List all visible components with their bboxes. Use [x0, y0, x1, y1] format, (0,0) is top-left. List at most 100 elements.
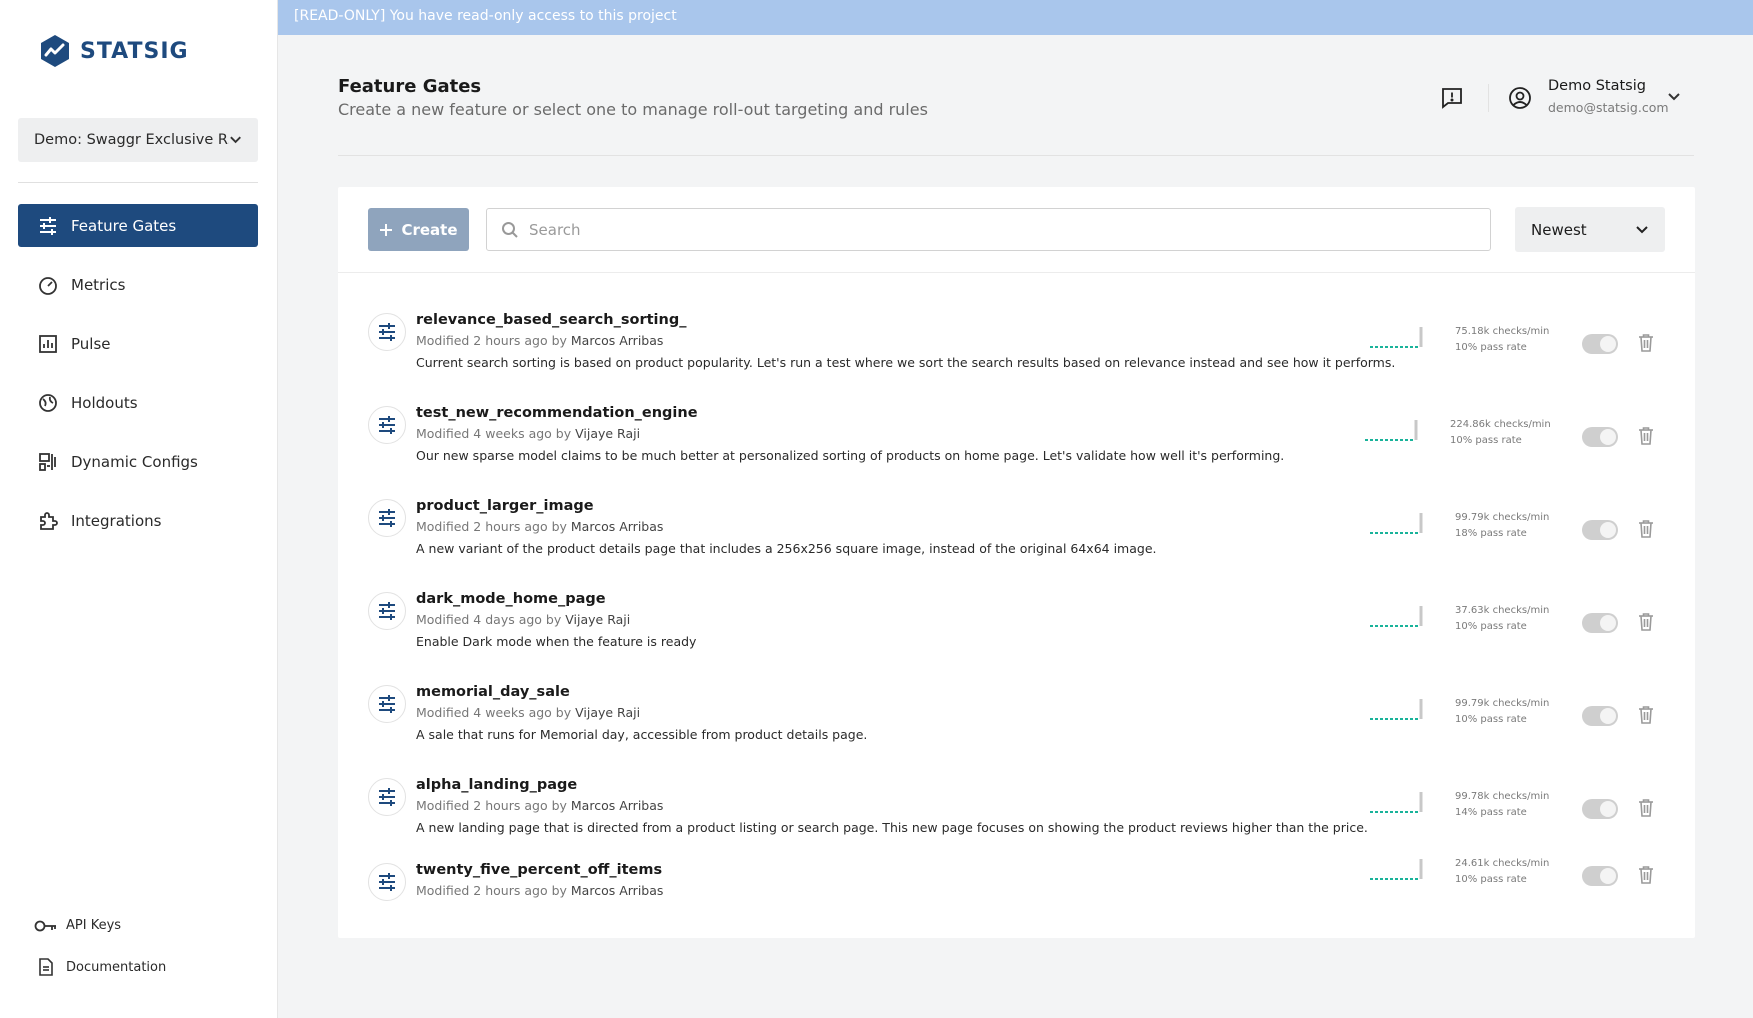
gate-row[interactable]: twenty_five_percent_off_items Modified 2…: [338, 843, 1695, 936]
gate-name[interactable]: twenty_five_percent_off_items: [416, 862, 662, 878]
gate-toggle[interactable]: [1582, 427, 1618, 447]
gate-toggle[interactable]: [1582, 866, 1618, 886]
gate-pass-rate: 10% pass rate: [1450, 435, 1522, 446]
gate-description: Enable Dark mode when the feature is rea…: [416, 634, 697, 649]
sidebar-item-label: Feature Gates: [71, 216, 177, 235]
user-name: Demo Statsig: [1548, 78, 1646, 94]
sidebar-item-metrics[interactable]: Metrics: [18, 263, 258, 306]
gate-row[interactable]: alpha_landing_page Modified 2 hours ago …: [338, 758, 1695, 851]
gate-name[interactable]: dark_mode_home_page: [416, 591, 606, 607]
sidebar-item-label: Integrations: [71, 511, 162, 530]
create-button-label: Create: [401, 220, 458, 239]
gate-sparkline: [1365, 420, 1418, 441]
gate-description: A new landing page that is directed from…: [416, 820, 1368, 835]
gate-sparkline: [1370, 513, 1423, 534]
gauge-icon: [38, 275, 58, 295]
gate-modified: Modified 2 hours ago by Marcos Arribas: [416, 333, 664, 348]
chevron-down-icon: [1636, 225, 1648, 233]
header-divider-line: [338, 155, 1694, 156]
sidebar-item-integrations[interactable]: Integrations: [18, 499, 258, 542]
api-keys-link[interactable]: API Keys: [34, 918, 121, 933]
gate-stats: 99.79k checks/min 18% pass rate: [1455, 510, 1549, 542]
trash-icon[interactable]: [1638, 612, 1654, 632]
create-button[interactable]: Create: [368, 208, 469, 251]
gate-pass-rate: 14% pass rate: [1455, 807, 1527, 818]
gate-name[interactable]: product_larger_image: [416, 498, 594, 514]
read-only-banner: [READ-ONLY] You have read-only access to…: [278, 0, 1753, 35]
gate-sparkline: [1370, 327, 1423, 348]
gate-description: A sale that runs for Memorial day, acces…: [416, 727, 868, 742]
gate-toggle[interactable]: [1582, 520, 1618, 540]
gate-toggle[interactable]: [1582, 706, 1618, 726]
search-input[interactable]: [529, 220, 1429, 239]
config-icon: [38, 452, 58, 472]
gate-modified: Modified 4 weeks ago by Vijaye Raji: [416, 426, 641, 441]
page-subtitle: Create a new feature or select one to ma…: [338, 100, 928, 119]
gate-toggle[interactable]: [1582, 613, 1618, 633]
plus-icon: [380, 223, 393, 236]
bar-chart-icon: [38, 334, 58, 354]
documentation-link[interactable]: Documentation: [34, 958, 166, 976]
gate-name[interactable]: test_new_recommendation_engine: [416, 405, 698, 421]
gate-stats: 224.86k checks/min 10% pass rate: [1450, 417, 1551, 449]
gate-name[interactable]: relevance_based_search_sorting_: [416, 312, 686, 328]
gate-name[interactable]: alpha_landing_page: [416, 777, 577, 793]
chevron-down-icon: [230, 136, 241, 144]
sidebar-item-holdouts[interactable]: Holdouts: [18, 381, 258, 424]
gate-sliders-icon: [368, 313, 406, 351]
toolbar: Create Newest: [338, 187, 1695, 273]
sidebar-item-label: Pulse: [71, 334, 111, 353]
sidebar-item-feature-gates[interactable]: Feature Gates: [18, 204, 258, 247]
search-icon: [502, 221, 518, 238]
gate-description: A new variant of the product details pag…: [416, 541, 1157, 556]
puzzle-icon: [38, 511, 58, 531]
gate-author: Marcos Arribas: [570, 519, 664, 534]
sort-dropdown[interactable]: Newest: [1515, 207, 1665, 252]
gate-sparkline: [1370, 859, 1423, 880]
sidebar-item-dynamic-configs[interactable]: Dynamic Configs: [18, 440, 258, 483]
gate-row[interactable]: product_larger_image Modified 2 hours ag…: [338, 479, 1695, 572]
gate-checks: 99.78k checks/min: [1455, 791, 1550, 802]
project-selector[interactable]: Demo: Swaggr Exclusive R...: [18, 118, 258, 162]
gate-sliders-icon: [368, 685, 406, 723]
gate-sliders-icon: [368, 499, 406, 537]
gate-pass-rate: 10% pass rate: [1455, 621, 1527, 632]
sort-value: Newest: [1531, 220, 1587, 239]
trash-icon[interactable]: [1638, 705, 1654, 725]
header-divider: [1488, 84, 1489, 112]
sidebar-item-pulse[interactable]: Pulse: [18, 322, 258, 365]
gate-row[interactable]: test_new_recommendation_engine Modified …: [338, 386, 1695, 479]
gate-name[interactable]: memorial_day_sale: [416, 684, 570, 700]
gate-row[interactable]: memorial_day_sale Modified 4 weeks ago b…: [338, 665, 1695, 758]
gate-author: Marcos Arribas: [570, 883, 664, 898]
gate-description: Our new sparse model claims to be much b…: [416, 448, 1285, 463]
user-email: demo@statsig.com: [1548, 100, 1669, 115]
key-icon: [34, 920, 56, 931]
trash-icon[interactable]: [1638, 798, 1654, 818]
gate-row[interactable]: relevance_based_search_sorting_ Modified…: [338, 293, 1695, 386]
gate-toggle[interactable]: [1582, 799, 1618, 819]
trash-icon[interactable]: [1638, 519, 1654, 539]
gate-stats: 75.18k checks/min 10% pass rate: [1455, 324, 1549, 356]
gate-row[interactable]: dark_mode_home_page Modified 4 days ago …: [338, 572, 1695, 665]
gate-sliders-icon: [368, 778, 406, 816]
gate-checks: 75.18k checks/min: [1455, 326, 1550, 337]
gate-author: Marcos Arribas: [570, 798, 664, 813]
statsig-logo[interactable]: STATSIG: [38, 34, 189, 68]
blocked-globe-icon: [38, 393, 58, 413]
chevron-down-icon[interactable]: [1666, 89, 1682, 105]
gate-stats: 37.63k checks/min 10% pass rate: [1455, 603, 1549, 635]
gate-author: Marcos Arribas: [570, 333, 664, 348]
trash-icon[interactable]: [1638, 333, 1654, 353]
trash-icon[interactable]: [1638, 426, 1654, 446]
gate-toggle[interactable]: [1582, 334, 1618, 354]
feedback-icon[interactable]: [1440, 86, 1464, 110]
search-box[interactable]: [486, 208, 1491, 251]
trash-icon[interactable]: [1638, 865, 1654, 885]
gate-modified: Modified 2 hours ago by Marcos Arribas: [416, 798, 664, 813]
brand-name: STATSIG: [80, 38, 189, 64]
user-avatar-icon[interactable]: [1508, 86, 1532, 110]
gate-sparkline: [1370, 699, 1423, 720]
gate-sliders-icon: [368, 863, 406, 901]
sidebar-item-label: Holdouts: [71, 393, 138, 412]
